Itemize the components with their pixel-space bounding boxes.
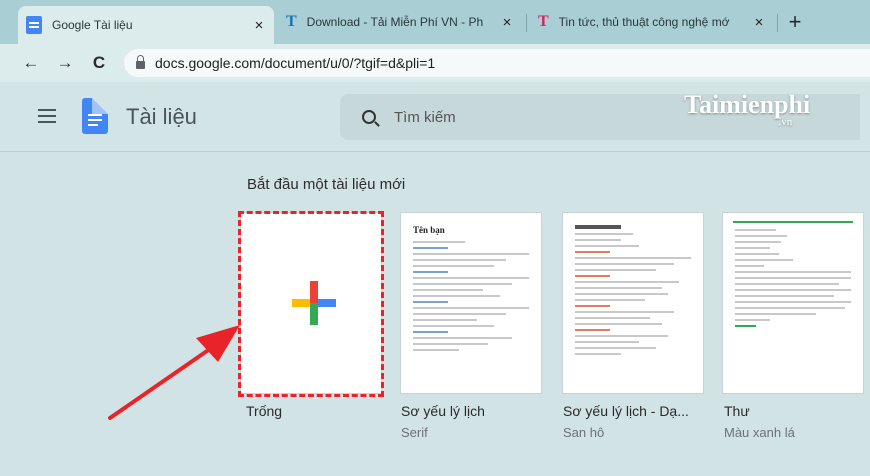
template-name[interactable]: Trống bbox=[246, 403, 282, 419]
search-placeholder: Tìm kiếm bbox=[394, 108, 456, 126]
taimienphi-favicon-icon: T bbox=[538, 13, 549, 30]
lock-icon bbox=[136, 55, 145, 69]
reload-button[interactable]: C bbox=[84, 53, 114, 73]
close-tab-icon[interactable]: × bbox=[252, 17, 266, 34]
new-tab-button[interactable]: + bbox=[782, 9, 808, 35]
forward-button[interactable]: → bbox=[50, 53, 80, 73]
back-button[interactable]: ← bbox=[16, 53, 46, 73]
highlight-frame bbox=[238, 211, 384, 397]
tab-title: Tin tức, thủ thuật công nghệ mớ bbox=[558, 15, 730, 29]
tab-separator bbox=[526, 14, 527, 32]
browser-toolbar: ← → C docs.google.com/document/u/0/?tgif… bbox=[0, 44, 870, 82]
taimienphi-watermark-logo: Taimienphi .vn bbox=[684, 90, 811, 128]
close-tab-icon[interactable]: × bbox=[752, 14, 766, 31]
main-menu-icon[interactable] bbox=[38, 109, 56, 123]
tab-google-docs[interactable]: Google Tài liệu × bbox=[18, 6, 274, 44]
template-gallery: Bắt đầu một tài liệu mới Trống Tên bạn S… bbox=[0, 152, 870, 476]
template-resume-serif[interactable]: Tên bạn bbox=[400, 212, 542, 394]
gallery-title: Bắt đầu một tài liệu mới bbox=[247, 176, 406, 193]
template-name[interactable]: Thư bbox=[724, 403, 750, 419]
app-title[interactable]: Tài liệu bbox=[126, 104, 197, 130]
tab-download[interactable]: T Download - Tải Miễn Phí VN - Ph × bbox=[278, 6, 522, 38]
thumb-heading: Tên bạn bbox=[413, 225, 445, 235]
template-subtitle: San hô bbox=[563, 425, 605, 440]
watermark-suffix: .vn bbox=[778, 116, 793, 128]
tab-title: Download - Tải Miễn Phí VN - Ph bbox=[306, 15, 484, 29]
template-letter-green[interactable] bbox=[722, 212, 864, 394]
taimienphi-favicon-icon: T bbox=[286, 13, 297, 30]
template-name[interactable]: Sơ yếu lý lịch bbox=[401, 403, 485, 419]
search-icon bbox=[362, 110, 376, 124]
template-subtitle: Serif bbox=[401, 425, 428, 440]
url-text: docs.google.com/document/u/0/?tgif=d&pli… bbox=[155, 55, 436, 71]
close-tab-icon[interactable]: × bbox=[500, 14, 514, 31]
tab-separator bbox=[777, 14, 778, 32]
browser-tab-strip: Google Tài liệu × T Download - Tải Miễn … bbox=[0, 0, 870, 44]
docs-header: Tài liệu Tìm kiếm Taimienphi .vn bbox=[0, 82, 870, 152]
google-docs-favicon-icon bbox=[26, 16, 42, 34]
template-subtitle: Màu xanh lá bbox=[724, 425, 795, 440]
template-name[interactable]: Sơ yếu lý lịch - Dạ... bbox=[563, 403, 689, 419]
watermark-text: Taimienphi bbox=[684, 90, 811, 119]
address-bar[interactable]: docs.google.com/document/u/0/?tgif=d&pli… bbox=[124, 49, 870, 77]
tab-title: Google Tài liệu bbox=[52, 18, 133, 32]
tab-tin-tuc[interactable]: T Tin tức, thủ thuật công nghệ mớ × bbox=[530, 6, 774, 38]
template-resume-coral[interactable] bbox=[562, 212, 704, 394]
google-docs-logo-icon[interactable] bbox=[82, 98, 108, 134]
